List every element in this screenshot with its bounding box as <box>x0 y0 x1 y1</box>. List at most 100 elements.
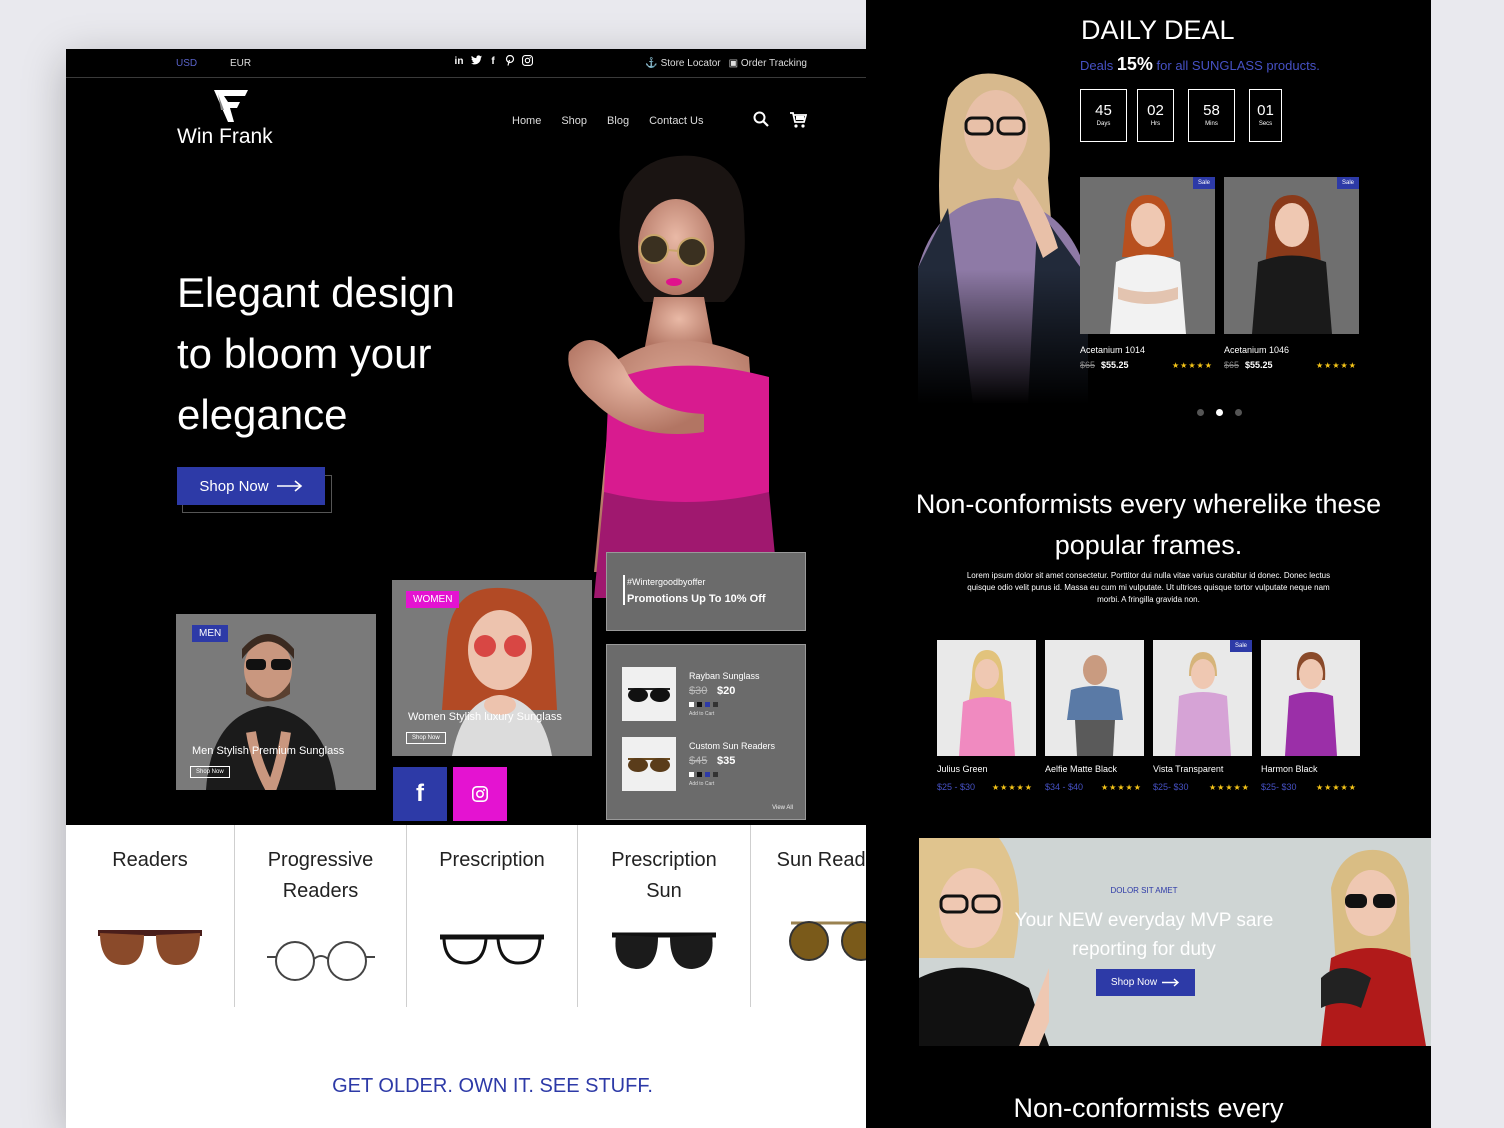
arrow-right-icon <box>1162 978 1180 987</box>
swatch[interactable] <box>697 772 702 777</box>
swatch[interactable] <box>705 772 710 777</box>
swatch[interactable] <box>713 702 718 707</box>
deal-product-name[interactable]: Acetanium 1014 <box>1080 345 1145 355</box>
carousel-dot[interactable] <box>1197 409 1204 416</box>
nav-blog[interactable]: Blog <box>607 115 629 127</box>
facebook-icon: f <box>416 780 424 807</box>
view-all-link[interactable]: View All <box>772 805 793 811</box>
sale-badge: Sale <box>1192 177 1215 189</box>
banner-model-right-image <box>1321 849 1426 1046</box>
popular-product-card[interactable] <box>937 640 1036 756</box>
instagram-icon[interactable] <box>521 55 533 69</box>
store-locator-link[interactable]: ⚓ Store Locator <box>645 58 720 69</box>
mini-product-thumbnail <box>622 667 676 721</box>
mini-product-item[interactable]: Rayban Sunglass $30 $20 Add to Cart <box>622 667 802 723</box>
deal-product-image <box>1110 195 1186 334</box>
women-category-card[interactable]: WOMEN Women Stylish luxury Sunglass Shop… <box>392 580 592 756</box>
promo-banner: DOLOR SIT AMET Your NEW everyday MVP sar… <box>919 838 1431 1046</box>
category-prescription[interactable]: Prescription <box>407 825 577 1007</box>
nav-home[interactable]: Home <box>512 115 541 127</box>
swatch[interactable] <box>689 702 694 707</box>
mini-product-item[interactable]: Custom Sun Readers $45 $35 Add to Cart <box>622 737 802 793</box>
popular-product-card[interactable]: Sale <box>1153 640 1252 756</box>
category-label: Readers <box>112 849 188 871</box>
deal-product-card[interactable]: Sale <box>1224 177 1359 334</box>
brand-name[interactable]: Win Frank <box>177 125 273 149</box>
rating-stars: ★★★★★ <box>1316 361 1357 370</box>
mini-product-list: Rayban Sunglass $30 $20 Add to Cart Cust… <box>606 644 806 820</box>
sale-badge: Sale <box>1336 177 1359 189</box>
countdown-unit: Mins <box>1205 121 1218 127</box>
instagram-button[interactable] <box>453 767 507 821</box>
eyeglasses-icon <box>440 934 544 965</box>
men-category-card[interactable]: MEN Men Stylish Premium Sunglass Shop No… <box>176 614 376 790</box>
order-tracking-link[interactable]: ▣ Order Tracking <box>729 58 807 69</box>
deal-product-name[interactable]: Acetanium 1046 <box>1224 345 1289 355</box>
color-swatches <box>689 702 718 707</box>
popular-product-price: $25 - $30 <box>937 782 976 792</box>
men-shop-now-button[interactable]: Shop Now <box>190 766 230 778</box>
arrow-right-icon <box>276 480 302 492</box>
search-icon[interactable] <box>753 111 769 127</box>
men-tag: MEN <box>192 625 229 642</box>
popular-product-card[interactable] <box>1045 640 1144 756</box>
deal-product-price: $65 $55.25 <box>1080 360 1129 370</box>
popular-product-name[interactable]: Aelfie Matte Black <box>1045 764 1117 774</box>
category-prescription-sun[interactable]: Prescription Sun <box>578 825 750 1007</box>
category-readers[interactable]: Readers <box>66 825 234 1007</box>
deal-product-price: $65 $55.25 <box>1224 360 1273 370</box>
popular-product-image <box>1285 652 1337 756</box>
deal-product-card[interactable]: Sale <box>1080 177 1215 334</box>
currency-usd[interactable]: USD <box>176 58 197 69</box>
home-page: USD EUR in f ⚓ Store Locator ▣ Order Tra… <box>66 49 919 1128</box>
brand-logo-icon[interactable] <box>214 90 248 122</box>
linkedin-icon[interactable]: in <box>453 55 465 69</box>
popular-product-name[interactable]: Vista Transparent <box>1153 764 1223 774</box>
deal-percent: 15% <box>1116 54 1153 74</box>
swatch[interactable] <box>713 772 718 777</box>
top-links: ⚓ Store Locator ▣ Order Tracking <box>645 58 807 69</box>
social-links: in f <box>453 54 533 69</box>
swatch[interactable] <box>697 702 702 707</box>
category-progressive-readers[interactable]: Progressive Readers <box>235 825 406 1007</box>
add-to-cart-link[interactable]: Add to Cart <box>689 781 714 787</box>
header-actions <box>753 111 807 128</box>
daily-deal-title: DAILY DEAL <box>1081 15 1235 45</box>
popular-product-card[interactable] <box>1261 640 1360 756</box>
swatch[interactable] <box>705 702 710 707</box>
banner-shop-now-label: Shop Now <box>1110 977 1158 988</box>
sunglass-icon <box>628 688 670 702</box>
swatch[interactable] <box>689 772 694 777</box>
facebook-button[interactable]: f <box>393 767 447 821</box>
cart-icon[interactable] <box>789 111 807 128</box>
carousel-dot[interactable] <box>1216 409 1223 416</box>
round-glasses-icon <box>266 941 375 981</box>
promo-box[interactable]: #Wintergoodbyoffer Promotions Up To 10% … <box>606 552 806 631</box>
mini-product-old-price: $45 <box>689 755 708 767</box>
popular-product-name[interactable]: Julius Green <box>937 764 988 774</box>
facebook-icon[interactable]: f <box>487 55 499 69</box>
banner-shop-now-button[interactable]: Shop Now <box>1096 969 1195 996</box>
popular-product-image <box>1067 655 1123 756</box>
new-price: $55.25 <box>1101 360 1129 370</box>
nav-shop[interactable]: Shop <box>561 115 587 127</box>
rating-stars: ★★★★★ <box>1316 783 1357 792</box>
old-price: $65 <box>1080 360 1096 370</box>
rating-stars: ★★★★★ <box>1209 783 1250 792</box>
currency-eur[interactable]: EUR <box>230 58 251 69</box>
hero-title: Elegant design to bloom your elegance <box>177 269 455 438</box>
hero-shop-now-button[interactable]: Shop Now <box>177 467 325 505</box>
countdown-value: 58 <box>1203 102 1220 119</box>
twitter-icon[interactable] <box>470 55 482 69</box>
countdown-value: 01 <box>1257 102 1274 119</box>
pinterest-icon[interactable] <box>504 54 516 69</box>
rating-stars: ★★★★★ <box>1101 783 1142 792</box>
add-to-cart-link[interactable]: Add to Cart <box>689 711 714 717</box>
popular-product-name[interactable]: Harmon Black <box>1261 764 1318 774</box>
nav-contact-us[interactable]: Contact Us <box>649 115 703 127</box>
countdown-unit: Secs <box>1258 121 1273 127</box>
order-tracking-label: Order Tracking <box>740 58 807 69</box>
rating-stars: ★★★★★ <box>992 783 1033 792</box>
women-shop-now-button[interactable]: Shop Now <box>406 732 446 744</box>
carousel-dot[interactable] <box>1235 409 1242 416</box>
